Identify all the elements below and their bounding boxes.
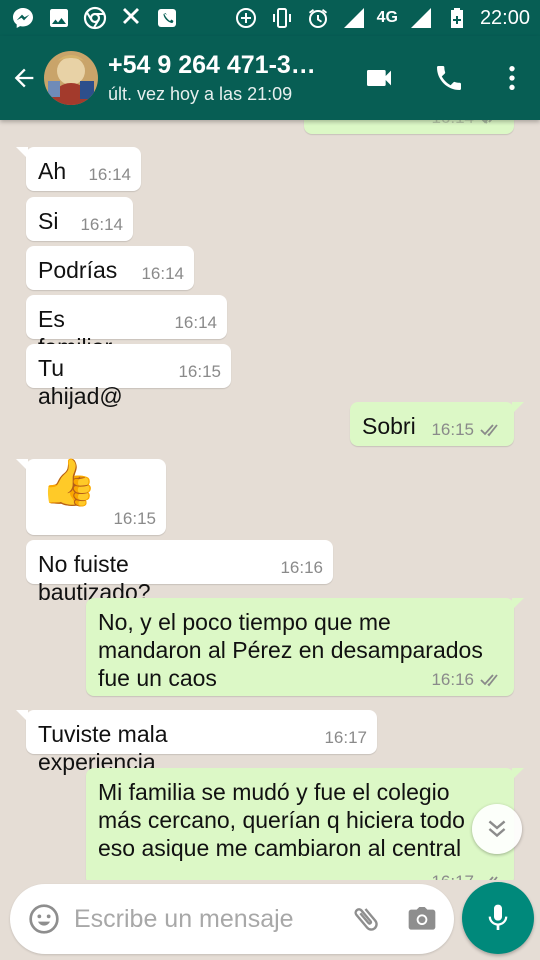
message-time: 16:16: [280, 558, 323, 577]
contact-name: +54 9 264 471-3…: [108, 51, 316, 79]
avatar[interactable]: [44, 51, 98, 105]
message-bubble-incoming[interactable]: Tuviste mala experiencia 16:17: [16, 710, 377, 775]
message-time: 16:14: [431, 120, 474, 128]
message-time: 16:17: [431, 872, 474, 880]
battery-charging-icon: [444, 5, 470, 31]
microphone-icon: [488, 904, 508, 930]
message-time: 16:15: [431, 420, 474, 439]
message-composer: [10, 884, 454, 954]
double-chevron-down-icon: [488, 820, 506, 838]
message-time: 16:15: [178, 362, 221, 381]
app-icon: [118, 5, 144, 31]
message-bubble-incoming[interactable]: Ah 16:14: [16, 147, 141, 191]
message-bubble-incoming[interactable]: No fuiste bautizado? 16:16: [26, 540, 333, 605]
gallery-icon: [46, 5, 72, 31]
message-list[interactable]: 16:14 Ah 16:14 Si 16:14 Podrías 16:14 Es…: [0, 120, 540, 880]
chat-header: +54 9 264 471-3… últ. vez hoy a las 21:0…: [0, 36, 540, 120]
emoji-button[interactable]: [14, 884, 74, 954]
network-type: 4G: [376, 9, 398, 26]
scroll-to-bottom-button[interactable]: [472, 804, 522, 854]
status-bar: 4G 22:00: [0, 0, 540, 36]
message-time: 16:14: [80, 215, 123, 234]
contact-photo: [44, 51, 98, 105]
message-bubble-incoming[interactable]: Podrías 16:14: [26, 246, 194, 290]
signal-2-icon: [408, 5, 434, 31]
camera-icon: [408, 907, 436, 930]
phone-app-icon: [154, 5, 180, 31]
message-bubble-outgoing[interactable]: Mi familia se mudó y fue el colegio más …: [86, 768, 524, 880]
more-options-button[interactable]: [484, 36, 540, 120]
vibrate-icon: [269, 5, 295, 31]
message-bubble-outgoing[interactable]: No, y el poco tiempo que me mandaron al …: [86, 598, 524, 696]
message-bubble-incoming[interactable]: 👍 16:15: [16, 459, 166, 535]
message-time: 16:14: [174, 313, 217, 332]
double-check-icon: [480, 674, 498, 687]
back-button[interactable]: [4, 36, 44, 120]
thumbs-up-emoji: 👍: [40, 456, 98, 508]
contact-info[interactable]: +54 9 264 471-3… últ. vez hoy a las 21:0…: [108, 51, 338, 105]
more-options-icon: [509, 66, 515, 90]
message-time: 16:14: [88, 165, 131, 184]
arrow-back-icon: [14, 68, 34, 88]
messenger-icon: [10, 5, 36, 31]
message-text: Mi familia se mudó y fue el colegio más …: [98, 779, 465, 861]
alarm-icon: [305, 5, 331, 31]
voice-record-button[interactable]: [462, 882, 534, 954]
message-bubble-incoming[interactable]: Si 16:14: [26, 197, 133, 241]
chrome-icon: [82, 5, 108, 31]
last-seen-status: últ. vez hoy a las 21:09: [108, 84, 293, 104]
attach-button[interactable]: [338, 884, 394, 954]
double-check-icon: [481, 120, 493, 124]
voice-call-icon: [437, 66, 461, 90]
video-call-button[interactable]: [344, 36, 414, 120]
data-saver-icon: [233, 5, 259, 31]
voice-call-button[interactable]: [414, 36, 484, 120]
message-bubble-incoming[interactable]: Tu ahijad@ 16:15: [26, 344, 231, 409]
message-time: 16:15: [113, 509, 156, 528]
double-check-icon: [480, 424, 498, 437]
message-bubble-outgoing[interactable]: 16:14: [304, 120, 514, 134]
message-bubble-incoming[interactable]: Es familiar 16:14: [26, 295, 227, 360]
signal-icon: [341, 5, 367, 31]
paperclip-icon: [354, 908, 378, 931]
message-bubble-outgoing[interactable]: Sobri 16:15: [350, 402, 524, 446]
message-time: 16:14: [141, 264, 184, 283]
double-check-icon: [489, 876, 498, 880]
emoji-icon: [29, 904, 59, 934]
message-input[interactable]: [74, 904, 338, 934]
status-time: 22:00: [479, 6, 530, 29]
message-time: 16:16: [431, 670, 474, 689]
camera-button[interactable]: [394, 884, 450, 954]
video-call-icon: [367, 70, 391, 86]
message-time: 16:17: [324, 728, 367, 747]
